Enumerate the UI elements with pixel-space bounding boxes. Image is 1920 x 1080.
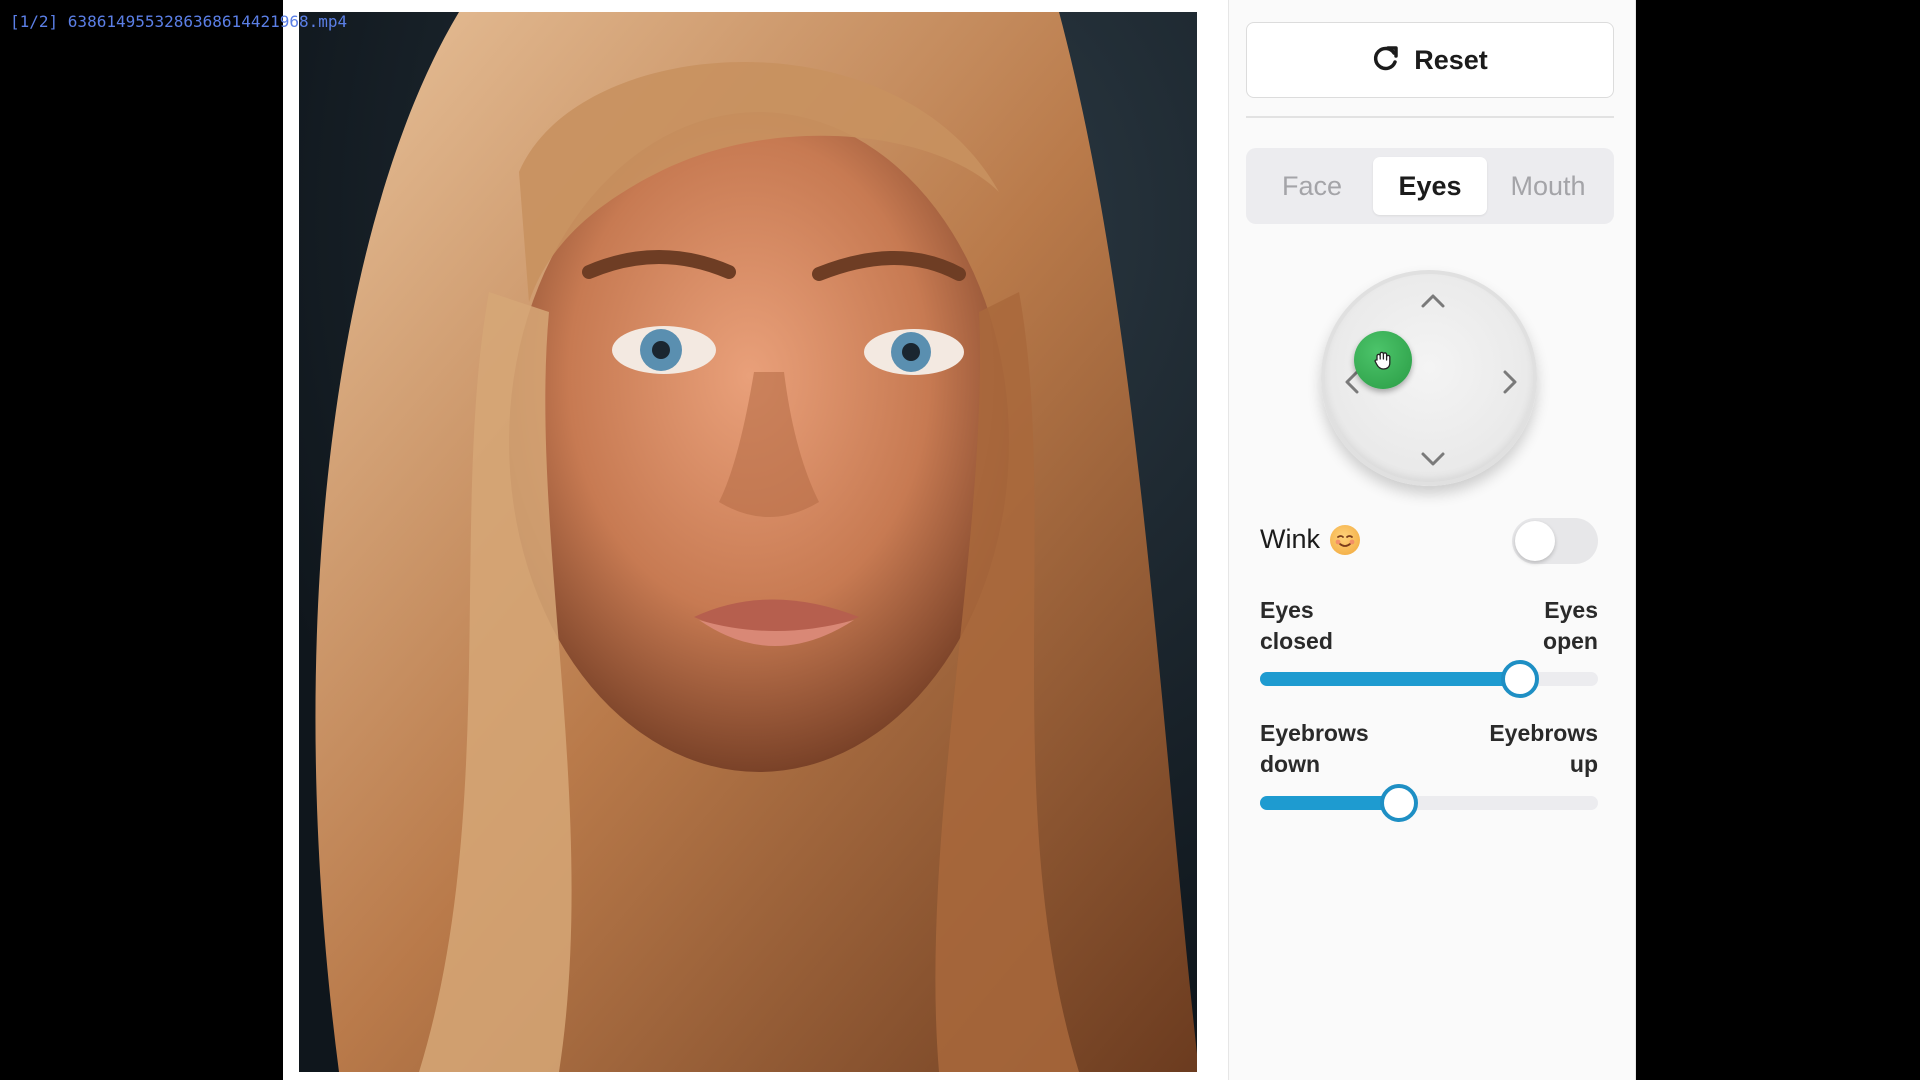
wink-toggle[interactable] — [1512, 518, 1598, 564]
portrait-image — [299, 12, 1197, 1072]
eye-direction-joystick[interactable] — [1321, 270, 1537, 486]
joystick-knob[interactable] — [1354, 331, 1412, 389]
tab-eyes[interactable]: Eyes — [1373, 157, 1487, 215]
chevron-up-icon — [1421, 294, 1445, 308]
slider-fill — [1260, 796, 1399, 810]
slider-fill — [1260, 672, 1521, 686]
controls-panel: Reset Face Eyes Mouth Wink Eyes closed E… — [1228, 0, 1636, 1080]
eyes-openness-slider[interactable] — [1260, 660, 1598, 698]
eyes-open-label: Eyes open — [1543, 597, 1598, 654]
divider — [1246, 116, 1614, 118]
wink-emoji-icon — [1330, 524, 1360, 555]
chevron-right-icon — [1503, 370, 1517, 394]
wink-label: Wink — [1260, 524, 1320, 554]
video-file-label: [1/2] 638614955328636861442​1968.mp4 — [10, 12, 348, 31]
tab-face[interactable]: Face — [1255, 157, 1369, 215]
reset-button[interactable]: Reset — [1246, 22, 1614, 98]
slider-thumb[interactable] — [1501, 660, 1540, 698]
feature-tabs: Face Eyes Mouth — [1246, 148, 1614, 224]
eyebrows-slider-labels: Eyebrows down Eyebrows up — [1260, 718, 1598, 780]
eyebrows-up-label: Eyebrows up — [1489, 720, 1598, 777]
wink-toggle-knob — [1515, 521, 1555, 561]
reset-label: Reset — [1414, 44, 1488, 75]
tab-mouth[interactable]: Mouth — [1491, 157, 1605, 215]
grab-hand-icon — [1374, 351, 1391, 370]
wink-row: Wink — [1260, 524, 1360, 555]
eyes-slider-labels: Eyes closed Eyes open — [1260, 595, 1598, 657]
eyebrows-down-label: Eyebrows down — [1260, 720, 1369, 777]
eyes-closed-label: Eyes closed — [1260, 597, 1333, 654]
refresh-icon — [1372, 44, 1400, 77]
chevron-down-icon — [1421, 452, 1445, 466]
slider-thumb[interactable] — [1379, 784, 1418, 822]
eyebrows-height-slider[interactable] — [1260, 784, 1598, 822]
